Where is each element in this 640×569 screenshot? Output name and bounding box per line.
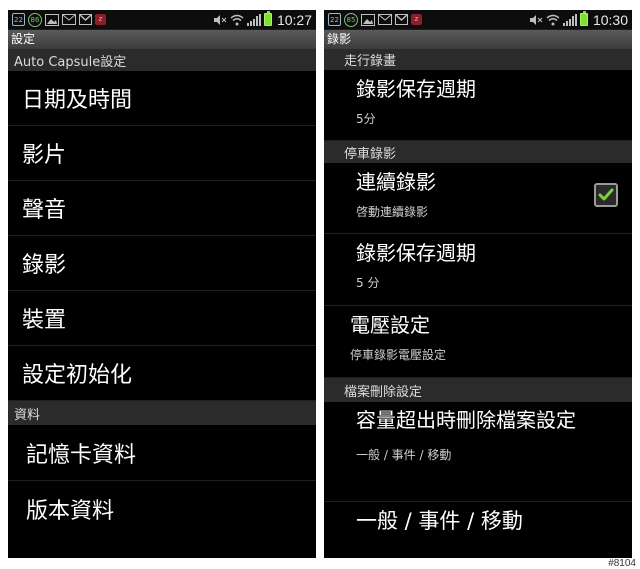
signal-icon (246, 13, 261, 26)
setting-continuous-recording[interactable]: 連續錄影 啓動連續錄影 (324, 163, 632, 234)
wifi-icon (230, 14, 244, 26)
battery-icon (579, 11, 588, 26)
section-header-parking-recording: 停車錄影 (324, 141, 632, 163)
menu-item-version-info[interactable]: 版本資料 (8, 481, 316, 537)
setting-parking-save-cycle[interactable]: 錄影保存週期 5 分 (324, 234, 632, 306)
calendar-icon: 22 (12, 13, 25, 26)
setting-subtitle: 停車錄影電壓設定 (350, 348, 447, 362)
menu-item-reset-settings[interactable]: 設定初始化 (8, 346, 316, 401)
notification-count-icon: 86 (28, 12, 42, 27)
menu-item-date-time[interactable]: 日期及時間 (8, 71, 316, 126)
setting-subtitle: 啓動連續錄影 (356, 205, 429, 219)
mute-icon (529, 14, 543, 26)
email-icon (62, 14, 76, 25)
setting-title: 錄影保存週期 (356, 241, 476, 265)
setting-subtitle: 一般 / 事件 / 移動 (356, 448, 452, 462)
menu-item-memory-card-info[interactable]: 記憶卡資料 (8, 425, 316, 481)
right-phone-screen: 22 85 z 10:30 錄影 走行錄畫 錄影保存週期 5分 停車錄影 連續錄… (324, 10, 632, 558)
setting-subtitle: 5分 (356, 112, 376, 126)
checkmark-icon (598, 188, 614, 201)
setting-delete-when-full[interactable]: 容量超出時刪除檔案設定 一般 / 事件 / 移動 (324, 402, 632, 502)
gmail-icon (79, 14, 92, 25)
z-app-icon: z (95, 14, 106, 25)
page-title: 錄影 (324, 30, 632, 49)
calendar-icon: 22 (328, 13, 341, 26)
setting-voltage[interactable]: 電壓設定 停車錄影電壓設定 (324, 306, 632, 378)
mute-icon (213, 14, 227, 26)
setting-subtitle: 5 分 (356, 276, 380, 290)
setting-driving-save-cycle[interactable]: 錄影保存週期 5分 (324, 70, 632, 141)
status-clock: 10:27 (276, 11, 312, 28)
status-bar: 22 86 z 10:27 (8, 10, 316, 30)
setting-title: 一般 / 事件 / 移動 (356, 509, 523, 533)
menu-item-sound[interactable]: 聲音 (8, 181, 316, 236)
page-title: 設定 (8, 30, 316, 49)
setting-title: 電壓設定 (350, 313, 430, 337)
z-app-icon: z (411, 14, 422, 25)
notification-count-icon: 85 (344, 12, 358, 27)
wifi-icon (546, 14, 560, 26)
email-icon (378, 14, 392, 25)
section-header-data: 資料 (8, 401, 316, 425)
gmail-icon (395, 14, 408, 25)
menu-item-device[interactable]: 裝置 (8, 291, 316, 346)
status-clock: 10:30 (592, 11, 628, 28)
section-header-auto-capsule: Auto Capsule設定 (8, 49, 316, 71)
gallery-icon (361, 13, 375, 26)
setting-title: 連續錄影 (356, 170, 436, 194)
status-bar: 22 85 z 10:30 (324, 10, 632, 30)
setting-title: 容量超出時刪除檔案設定 (356, 408, 576, 432)
menu-item-video[interactable]: 影片 (8, 126, 316, 181)
left-phone-screen: 22 86 z 10:27 設定 Auto Capsule設定 日期及時間 影片… (8, 10, 316, 558)
section-header-driving-recording: 走行錄畫 (324, 49, 632, 70)
setting-title: 錄影保存週期 (356, 77, 476, 101)
settings-menu-list: 日期及時間 影片 聲音 錄影 裝置 設定初始化 (8, 71, 316, 401)
setting-partial-item[interactable]: 一般 / 事件 / 移動 (324, 502, 632, 542)
menu-item-recording[interactable]: 錄影 (8, 236, 316, 291)
gallery-icon (45, 13, 59, 26)
continuous-recording-checkbox[interactable] (594, 183, 618, 207)
section-header-file-delete: 檔案刪除設定 (324, 378, 632, 402)
signal-icon (562, 13, 577, 26)
battery-icon (263, 11, 272, 26)
watermark-text: #8104 (608, 558, 636, 569)
data-menu-list: 記憶卡資料 版本資料 (8, 425, 316, 537)
